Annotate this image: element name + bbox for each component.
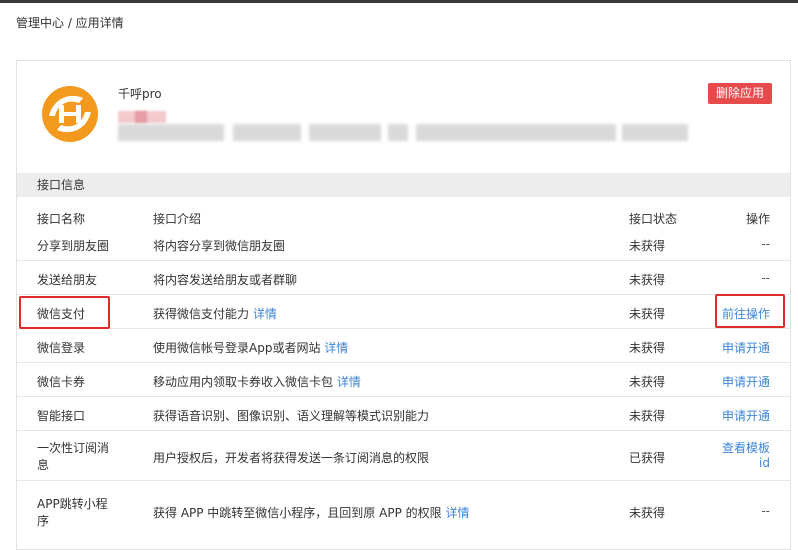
section-title: 接口信息 <box>17 173 790 197</box>
interface-desc: 获得微信支付能力 详情 <box>153 305 277 322</box>
interface-status: 已获得 <box>629 451 666 465</box>
highlight-box-operation <box>715 294 785 328</box>
interface-status: 未获得 <box>629 409 666 423</box>
interface-name: 发送给朋友 <box>37 273 98 287</box>
detail-link[interactable]: 详情 <box>337 375 361 389</box>
redacted-info <box>118 124 224 141</box>
interface-status: 未获得 <box>629 341 666 355</box>
interface-name: 微信卡券 <box>37 375 86 389</box>
interface-name: 分享到朋友圈 <box>37 239 110 253</box>
redacted-info <box>388 124 408 141</box>
interface-name-line1: 一次性订阅消 <box>37 441 110 455</box>
operation-empty: -- <box>761 271 770 285</box>
app-logo-icon <box>42 86 98 142</box>
app-detail-panel: 千呼pro 删除应用 接口信息 接口名称 接口介绍 接口状态 操作 分享到朋友圈… <box>16 60 791 550</box>
operation-empty: -- <box>761 504 770 518</box>
header-status: 接口状态 <box>629 212 678 226</box>
apply-link[interactable]: 申请开通 <box>722 407 770 424</box>
detail-link[interactable]: 详情 <box>324 341 348 355</box>
interface-desc: 将内容发送给朋友或者群聊 <box>153 273 298 287</box>
table-row: APP跳转小程 序 获得 APP 中跳转至微信小程序，且回到原 APP 的权限 … <box>17 481 790 535</box>
view-template-link[interactable]: 查看模板 <box>722 439 770 456</box>
apply-link[interactable]: 申请开通 <box>722 373 770 390</box>
view-template-link-id[interactable]: id <box>759 456 770 470</box>
interface-desc-text: 移动应用内领取卡券收入微信卡包 <box>153 375 334 389</box>
table-row: 微信支付 获得微信支付能力 详情 未获得 前往操作 <box>17 295 790 329</box>
table-row: 一次性订阅消 息 用户授权后，开发者将获得发送一条订阅消息的权限 已获得 查看模… <box>17 431 790 481</box>
interface-status: 未获得 <box>629 239 666 253</box>
highlight-box-name <box>19 296 110 329</box>
interface-desc-text: 使用微信帐号登录App或者网站 <box>153 341 321 355</box>
table-row: 发送给朋友 将内容发送给朋友或者群聊 未获得 -- <box>17 261 790 295</box>
interface-desc-text: 获得微信支付能力 <box>153 307 250 321</box>
interface-name: 智能接口 <box>37 409 86 423</box>
detail-link[interactable]: 详情 <box>253 307 277 321</box>
table-row: 微信登录 使用微信帐号登录App或者网站 详情 未获得 申请开通 <box>17 329 790 363</box>
interface-desc: 将内容分享到微信朋友圈 <box>153 239 286 253</box>
app-name: 千呼pro <box>118 87 162 101</box>
interface-status: 未获得 <box>629 506 666 520</box>
table-row: 智能接口 获得语音识别、图像识别、语义理解等模式识别能力 未获得 申请开通 <box>17 397 790 431</box>
interface-desc: 获得语音识别、图像识别、语义理解等模式识别能力 <box>153 409 430 423</box>
interface-name: 微信登录 <box>37 341 86 355</box>
interface-desc: 移动应用内领取卡券收入微信卡包 详情 <box>153 373 361 390</box>
interface-status: 未获得 <box>629 307 666 321</box>
interface-name-line2: 序 <box>37 514 50 528</box>
redacted-info <box>622 124 688 141</box>
operation-empty: -- <box>761 237 770 251</box>
redacted-info <box>233 124 301 141</box>
table-row: 微信卡券 移动应用内领取卡券收入微信卡包 详情 未获得 申请开通 <box>17 363 790 397</box>
interface-name-line1: APP跳转小程 <box>37 497 108 511</box>
interface-status: 未获得 <box>629 273 666 287</box>
interface-status: 未获得 <box>629 375 666 389</box>
header-desc: 接口介绍 <box>153 212 202 226</box>
breadcrumb: 管理中心 / 应用详情 <box>16 16 124 30</box>
redacted-info <box>309 124 381 141</box>
top-border <box>0 0 798 3</box>
apply-link[interactable]: 申请开通 <box>722 339 770 356</box>
delete-app-button[interactable]: 删除应用 <box>708 83 772 104</box>
redacted-info <box>135 111 147 123</box>
table-row: 分享到朋友圈 将内容分享到微信朋友圈 未获得 -- <box>17 227 790 261</box>
detail-link[interactable]: 详情 <box>445 506 469 520</box>
header-name: 接口名称 <box>37 212 86 226</box>
interface-desc: 获得 APP 中跳转至微信小程序，且回到原 APP 的权限 详情 <box>153 504 469 521</box>
interface-desc: 用户授权后，开发者将获得发送一条订阅消息的权限 <box>153 451 430 465</box>
interface-desc-text: 获得 APP 中跳转至微信小程序，且回到原 APP 的权限 <box>153 506 442 520</box>
header-op: 操作 <box>745 212 770 226</box>
interface-name-line2: 息 <box>37 458 50 472</box>
redacted-info <box>416 124 616 141</box>
interface-desc: 使用微信帐号登录App或者网站 详情 <box>153 339 348 356</box>
